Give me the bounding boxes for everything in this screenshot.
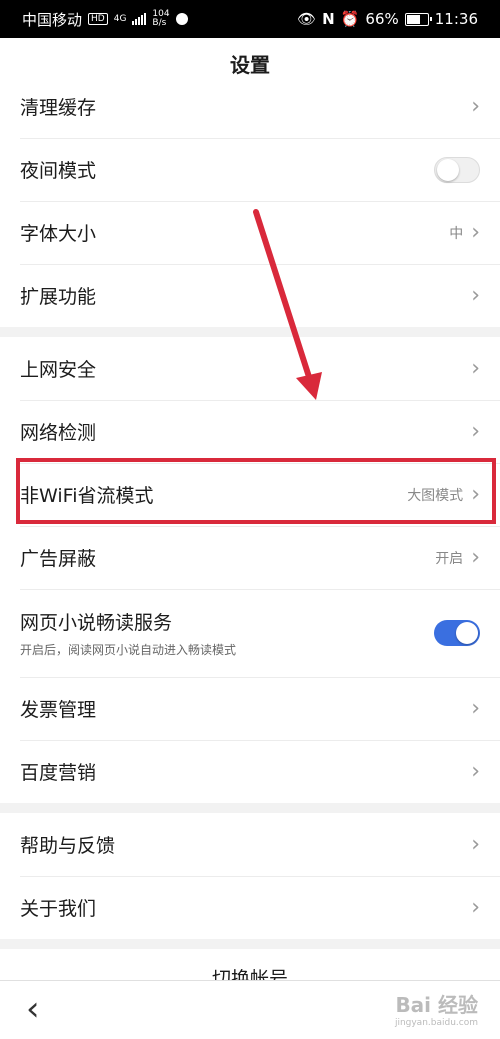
setting-night-mode[interactable]: 夜间模式 <box>0 138 500 201</box>
setting-baidu-marketing[interactable]: 百度营销 › <box>0 740 500 803</box>
setting-network-check[interactable]: 网络检测 › <box>0 400 500 463</box>
setting-help-feedback[interactable]: 帮助与反馈 › <box>0 813 500 876</box>
setting-label: 发票管理 <box>20 699 97 721</box>
eye-icon: 👁 <box>297 10 317 28</box>
toggle-knob <box>456 622 478 644</box>
clock: 11:36 <box>434 10 478 28</box>
setting-label: 扩展功能 <box>20 286 97 308</box>
status-left: 中国移动 HD 4G 104 B/s <box>22 9 188 30</box>
settings-group-general: 清理缓存 › 夜间模式 字体大小 中 › 扩展功能 › <box>0 92 500 327</box>
novel-reader-toggle[interactable] <box>434 620 480 646</box>
battery-icon <box>404 12 432 26</box>
settings-group-about: 帮助与反馈 › 关于我们 › <box>0 813 500 939</box>
back-icon[interactable]: ‹ <box>26 989 40 1029</box>
setting-label: 帮助与反馈 <box>20 835 116 857</box>
setting-label: 字体大小 <box>20 223 97 245</box>
chevron-right-icon: › <box>471 220 480 245</box>
chevron-right-icon: › <box>471 283 480 308</box>
setting-clear-cache[interactable]: 清理缓存 › <box>0 92 500 138</box>
setting-ad-block[interactable]: 广告屏蔽 开启 › <box>0 526 500 589</box>
setting-extensions[interactable]: 扩展功能 › <box>0 264 500 327</box>
hd-badge: HD <box>88 13 108 25</box>
watermark-url: jingyan.baidu.com <box>394 1018 478 1028</box>
setting-label: 上网安全 <box>20 359 97 381</box>
chevron-right-icon: › <box>471 94 480 119</box>
setting-novel-reader[interactable]: 网页小说畅读服务 开启后，阅读网页小说自动进入畅读模式 <box>0 589 500 677</box>
group-divider <box>0 327 500 337</box>
toggle-knob <box>437 158 459 181</box>
setting-label: 关于我们 <box>20 898 97 920</box>
night-mode-toggle[interactable] <box>434 156 480 183</box>
alarm-icon: ⏰ <box>340 10 360 28</box>
bottom-nav: ‹ Bai 经验 jingyan.baidu.com <box>0 980 500 1039</box>
status-bar: 中国移动 HD 4G 104 B/s 👁 N ⏰ 66% 11:36 <box>0 0 500 38</box>
watermark-text: Bai 经验 <box>395 993 478 1017</box>
setting-label: 广告屏蔽 <box>20 548 97 570</box>
setting-web-security[interactable]: 上网安全 › <box>0 337 500 400</box>
setting-label: 网页小说畅读服务 <box>20 612 173 634</box>
watermark: Bai 经验 jingyan.baidu.com <box>395 989 478 1028</box>
net-speed: 104 B/s <box>152 10 169 28</box>
chevron-right-icon: › <box>471 759 480 784</box>
annotation-highlight-box <box>16 458 496 524</box>
chevron-right-icon: › <box>471 832 480 857</box>
network-type: 4G <box>113 13 127 24</box>
chevron-right-icon: › <box>471 356 480 381</box>
setting-label: 百度营销 <box>20 762 97 784</box>
group-divider <box>0 803 500 813</box>
settings-group-network: 上网安全 › 网络检测 › 非WiFi省流模式 大图模式 › 广告屏蔽 开启 ›… <box>0 337 500 803</box>
settings-list: 清理缓存 › 夜间模式 字体大小 中 › 扩展功能 › 上网安全 › 网络检测 … <box>0 92 500 980</box>
page-title: 设置 <box>0 38 500 93</box>
setting-description: 开启后，阅读网页小说自动进入畅读模式 <box>20 643 237 657</box>
chevron-right-icon: › <box>471 895 480 920</box>
setting-label: 清理缓存 <box>20 97 97 119</box>
setting-value: 中 <box>449 225 464 242</box>
group-divider <box>0 939 500 949</box>
chevron-right-icon: › <box>471 545 480 570</box>
battery-percent: 66% <box>365 10 399 28</box>
carrier-name: 中国移动 <box>22 10 83 29</box>
switch-account-button[interactable]: 切换帐号 <box>0 949 500 980</box>
setting-value: 开启 <box>435 550 464 567</box>
setting-label: 网络检测 <box>20 422 97 444</box>
net-speed-unit: B/s <box>152 18 167 28</box>
nfc-icon: N <box>322 10 335 28</box>
setting-about-us[interactable]: 关于我们 › <box>0 876 500 939</box>
chevron-right-icon: › <box>471 696 480 721</box>
setting-invoice[interactable]: 发票管理 › <box>0 677 500 740</box>
setting-label: 夜间模式 <box>20 160 97 182</box>
signal-icon <box>132 13 147 25</box>
setting-font-size[interactable]: 字体大小 中 › <box>0 201 500 264</box>
chevron-right-icon: › <box>471 419 480 444</box>
status-right: 👁 N ⏰ 66% 11:36 <box>297 10 478 28</box>
app-notification-icon <box>175 13 188 25</box>
